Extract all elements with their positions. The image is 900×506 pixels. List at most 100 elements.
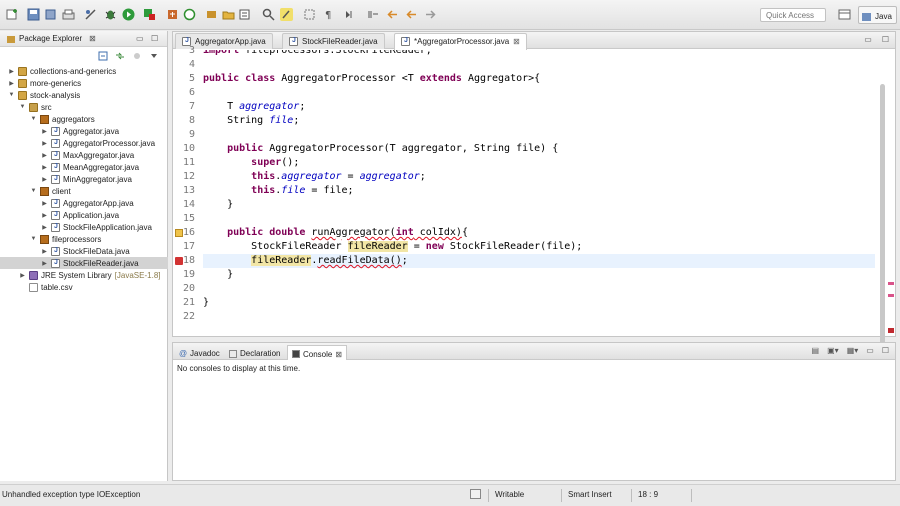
- tree-item[interactable]: ▶ MinAggregator.java: [0, 173, 168, 185]
- collapsed-arrow-icon[interactable]: ▶: [41, 200, 48, 207]
- show-whitespace-icon[interactable]: ¶: [322, 8, 335, 21]
- expanded-arrow-icon[interactable]: ▼: [19, 104, 26, 110]
- tree-item[interactable]: ▼ src: [0, 101, 168, 113]
- save-all-icon[interactable]: [44, 8, 57, 21]
- open-type-icon[interactable]: [222, 8, 235, 21]
- debug-icon[interactable]: [104, 8, 117, 21]
- collapsed-arrow-icon[interactable]: ▶: [41, 128, 48, 135]
- collapsed-arrow-icon[interactable]: ▶: [41, 260, 48, 267]
- coverage-icon[interactable]: [143, 8, 156, 21]
- tree-item[interactable]: ▶ Application.java: [0, 209, 168, 221]
- overview-ruler[interactable]: [887, 50, 895, 336]
- error-marker-icon[interactable]: [175, 257, 183, 265]
- code-line[interactable]: String file;: [203, 114, 299, 128]
- editor-minimize-icon[interactable]: ▭: [864, 35, 872, 44]
- warning-marker-icon[interactable]: [175, 229, 183, 237]
- tab-console[interactable]: Console ⊠: [287, 345, 348, 360]
- minimize-icon[interactable]: ▭: [136, 34, 144, 43]
- collapsed-arrow-icon[interactable]: ▶: [41, 176, 48, 183]
- search-icon[interactable]: [262, 8, 275, 21]
- run-icon[interactable]: [122, 8, 135, 21]
- tree-item[interactable]: ▼ aggregators: [0, 113, 168, 125]
- code-line[interactable]: }: [203, 268, 233, 282]
- collapsed-arrow-icon[interactable]: ▶: [8, 80, 15, 87]
- overview-warning-mark[interactable]: [888, 294, 894, 297]
- tree-item[interactable]: ▶ MaxAggregator.java: [0, 149, 168, 161]
- collapse-all-icon[interactable]: [98, 51, 108, 61]
- focus-icon[interactable]: [132, 51, 142, 61]
- external-tools-icon[interactable]: [166, 8, 179, 21]
- code-line[interactable]: this.aggregator = aggregator;: [203, 170, 426, 184]
- expanded-arrow-icon[interactable]: ▼: [30, 116, 37, 122]
- collapsed-arrow-icon[interactable]: ▶: [41, 224, 48, 231]
- mark-occurrences-icon[interactable]: [280, 8, 293, 21]
- overview-warning-mark[interactable]: [888, 282, 894, 285]
- console-close-icon[interactable]: ⊠: [335, 350, 342, 359]
- code-line[interactable]: super();: [203, 156, 299, 170]
- expanded-arrow-icon[interactable]: ▼: [30, 188, 37, 194]
- code-line[interactable]: public AggregatorProcessor(T aggregator,…: [203, 142, 558, 156]
- code-line[interactable]: public double runAggregator(int colIdx){: [203, 226, 468, 240]
- link-editor-icon[interactable]: [115, 51, 125, 61]
- tree-item[interactable]: ▶ AggregatorProcessor.java: [0, 137, 168, 149]
- tab-stock-file-reader[interactable]: StockFileReader.java: [282, 33, 385, 49]
- collapsed-arrow-icon[interactable]: ▶: [8, 68, 15, 75]
- view-menu-icon[interactable]: [149, 51, 159, 61]
- code-line[interactable]: this.file = file;: [203, 184, 353, 198]
- tree-item[interactable]: ▶ Aggregator.java: [0, 125, 168, 137]
- back-dropdown-icon[interactable]: [405, 8, 418, 21]
- open-task-icon[interactable]: [238, 8, 251, 21]
- pin-console-icon[interactable]: ▦▾: [847, 346, 859, 355]
- collapsed-arrow-icon[interactable]: ▶: [19, 272, 26, 279]
- code-line[interactable]: }: [203, 198, 233, 212]
- code-line[interactable]: StockFileReader fileReader = new StockFi…: [203, 240, 582, 254]
- expanded-arrow-icon[interactable]: ▼: [8, 92, 15, 98]
- expanded-arrow-icon[interactable]: ▼: [30, 236, 37, 242]
- annotation-prev-icon[interactable]: [366, 8, 379, 21]
- code-line[interactable]: import fileprocessors.StockFileReader;: [203, 50, 432, 58]
- code-line[interactable]: }: [203, 296, 209, 310]
- status-icon[interactable]: [470, 489, 481, 499]
- tree-item[interactable]: table.csv: [0, 281, 168, 293]
- collapsed-arrow-icon[interactable]: ▶: [41, 152, 48, 159]
- open-console-icon[interactable]: ▤: [812, 346, 820, 355]
- console-minimize-icon[interactable]: ▭: [866, 346, 874, 355]
- editor-maximize-icon[interactable]: ☐: [882, 35, 889, 44]
- skip-breakpoints-icon[interactable]: [84, 8, 97, 21]
- open-perspective-icon[interactable]: [838, 8, 851, 21]
- code-line[interactable]: T aggregator;: [203, 100, 305, 114]
- tree-item[interactable]: ▶ AggregatorApp.java: [0, 197, 168, 209]
- collapsed-arrow-icon[interactable]: ▶: [41, 248, 48, 255]
- package-explorer-tab[interactable]: Package Explorer: [19, 34, 82, 43]
- tab-close-icon[interactable]: ⊠: [513, 37, 520, 46]
- package-explorer-close-icon[interactable]: ⊠: [89, 34, 96, 43]
- java-perspective-button[interactable]: Java: [858, 6, 897, 24]
- forward-icon[interactable]: [424, 8, 437, 21]
- collapsed-arrow-icon[interactable]: ▶: [41, 164, 48, 171]
- print-icon[interactable]: [62, 8, 75, 21]
- display-console-icon[interactable]: ▣▾: [827, 346, 839, 355]
- tree-item[interactable]: ▶ StockFileApplication.java: [0, 221, 168, 233]
- tree-item[interactable]: ▼ client: [0, 185, 168, 197]
- tree-item[interactable]: ▼ fileprocessors: [0, 233, 168, 245]
- tree-item[interactable]: ▼ stock-analysis: [0, 89, 168, 101]
- tab-javadoc[interactable]: @ Javadoc: [175, 345, 224, 360]
- tree-item[interactable]: ▶ StockFileReader.java: [0, 257, 168, 269]
- new-package-icon[interactable]: [205, 8, 218, 21]
- save-icon[interactable]: [27, 8, 40, 21]
- code-line[interactable]: public class AggregatorProcessor <T exte…: [203, 72, 540, 86]
- new-java-project-icon[interactable]: [183, 8, 196, 21]
- code-area[interactable]: import fileprocessors.StockFileReader; pu…: [203, 50, 875, 336]
- new-icon[interactable]: [6, 8, 19, 21]
- tree-item[interactable]: ▶ JRE System Library [JavaSE-1.8]: [0, 269, 168, 281]
- tab-aggregator-processor[interactable]: *AggregatorProcessor.java ⊠: [394, 33, 527, 50]
- back-icon[interactable]: [386, 8, 399, 21]
- block-selection-icon[interactable]: [303, 8, 316, 21]
- quick-access-input[interactable]: [760, 8, 826, 22]
- tree-item[interactable]: ▶ more-generics: [0, 77, 168, 89]
- overview-error-mark[interactable]: [888, 328, 894, 333]
- tree-item[interactable]: ▶ MeanAggregator.java: [0, 161, 168, 173]
- tab-declaration[interactable]: Declaration: [225, 345, 284, 360]
- maximize-icon[interactable]: ☐: [151, 34, 158, 43]
- tree-item[interactable]: ▶ collections-and-generics: [0, 65, 168, 77]
